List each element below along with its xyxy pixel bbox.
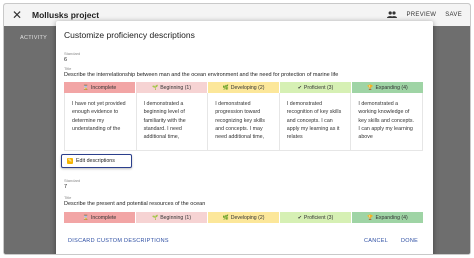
level-incomplete: ⌛ Incomplete — [64, 82, 136, 93]
tab-activity: ACTIVITY — [20, 35, 48, 41]
save-button[interactable]: SAVE — [445, 12, 462, 18]
level-label: Proficient (3) — [303, 84, 334, 91]
level-label: Developing (2) — [230, 84, 265, 91]
title-value: Describe the present and potential resou… — [64, 201, 206, 207]
level-developing: 🌿 Developing (2) — [208, 212, 280, 223]
level-developing: 🌿 Developing (2) — [208, 82, 280, 93]
standard-label: Standard — [64, 178, 81, 183]
app-bar-actions: PREVIEW SAVE — [387, 10, 462, 20]
level-proficient: ✔ Proficient (3) — [280, 212, 352, 223]
level-header-row: ⌛ Incomplete 🌱 Beginning (1) 🌿 Developin… — [64, 212, 423, 223]
level-label: Proficient (3) — [303, 214, 334, 221]
hourglass-icon: ⌛ — [82, 84, 89, 91]
standard-value: 6 — [64, 57, 68, 63]
people-icon[interactable] — [387, 10, 398, 20]
done-button[interactable]: DONE — [401, 238, 418, 244]
level-label: Beginning (1) — [160, 84, 192, 91]
description-proficient[interactable]: I demonstrated recognition of key skills… — [280, 93, 352, 150]
description-incomplete[interactable]: I have not yet provided enough evidence … — [65, 93, 137, 150]
sprout-icon: 🌿 — [222, 84, 229, 91]
description-beginning[interactable]: I demonstrated a beginning level of fami… — [137, 93, 209, 150]
dialog-footer: DISCARD CUSTOM DESCRIPTIONS CANCEL DONE — [56, 234, 433, 250]
sprout-icon: 🌿 — [222, 214, 229, 221]
level-expanding: 🏆 Expanding (4) — [352, 82, 423, 93]
cancel-button[interactable]: CANCEL — [364, 238, 388, 244]
level-label: Incomplete — [90, 214, 117, 221]
seedling-icon: 🌱 — [151, 84, 159, 91]
level-label: Developing (2) — [230, 214, 265, 221]
project-title: Mollusks project — [32, 10, 100, 20]
trophy-icon: 🏆 — [367, 84, 374, 91]
hourglass-icon: ⌛ — [82, 214, 89, 221]
level-label: Incomplete — [90, 84, 117, 91]
level-beginning: 🌱 Beginning (1) — [136, 212, 208, 223]
level-header-row: ⌛ Incomplete 🌱 Beginning (1) 🌿 Developin… — [64, 82, 423, 93]
level-incomplete: ⌛ Incomplete — [64, 212, 136, 223]
close-icon[interactable]: ✕ — [12, 8, 26, 22]
title-label: Title — [64, 66, 72, 71]
app-window: ✕ Mollusks project PREVIEW SAVE ACTIVITY… — [3, 3, 471, 255]
trophy-icon: 🏆 — [367, 214, 374, 221]
level-expanding: 🏆 Expanding (4) — [352, 212, 423, 223]
pencil-icon: ✎ — [67, 158, 73, 164]
check-icon: ✔ — [297, 214, 302, 221]
check-icon: ✔ — [297, 84, 302, 91]
preview-button[interactable]: PREVIEW — [406, 12, 436, 18]
level-label: Expanding (4) — [375, 84, 408, 91]
description-expanding[interactable]: I demonstrated a working knowledge of ke… — [351, 93, 422, 150]
title-value: Describe the interrelationship between m… — [64, 72, 339, 78]
edit-descriptions-button[interactable]: ✎ Edit descriptions — [61, 154, 132, 168]
edit-descriptions-label: Edit descriptions — [76, 158, 115, 164]
title-label: Title — [64, 195, 72, 200]
customize-dialog: Customize proficiency descriptions Stand… — [56, 21, 433, 254]
dialog-title: Customize proficiency descriptions — [64, 30, 195, 40]
level-proficient: ✔ Proficient (3) — [280, 82, 352, 93]
standard-label: Standard — [64, 51, 81, 56]
seedling-icon: 🌱 — [151, 214, 159, 221]
discard-custom-descriptions-button[interactable]: DISCARD CUSTOM DESCRIPTIONS — [68, 238, 169, 244]
standard-value: 7 — [64, 184, 68, 190]
description-row: I have not yet provided enough evidence … — [64, 93, 423, 151]
level-label: Beginning (1) — [160, 214, 192, 221]
level-label: Expanding (4) — [375, 214, 408, 221]
level-beginning: 🌱 Beginning (1) — [136, 82, 208, 93]
description-developing[interactable]: I demonstrated progression toward recogn… — [208, 93, 280, 150]
